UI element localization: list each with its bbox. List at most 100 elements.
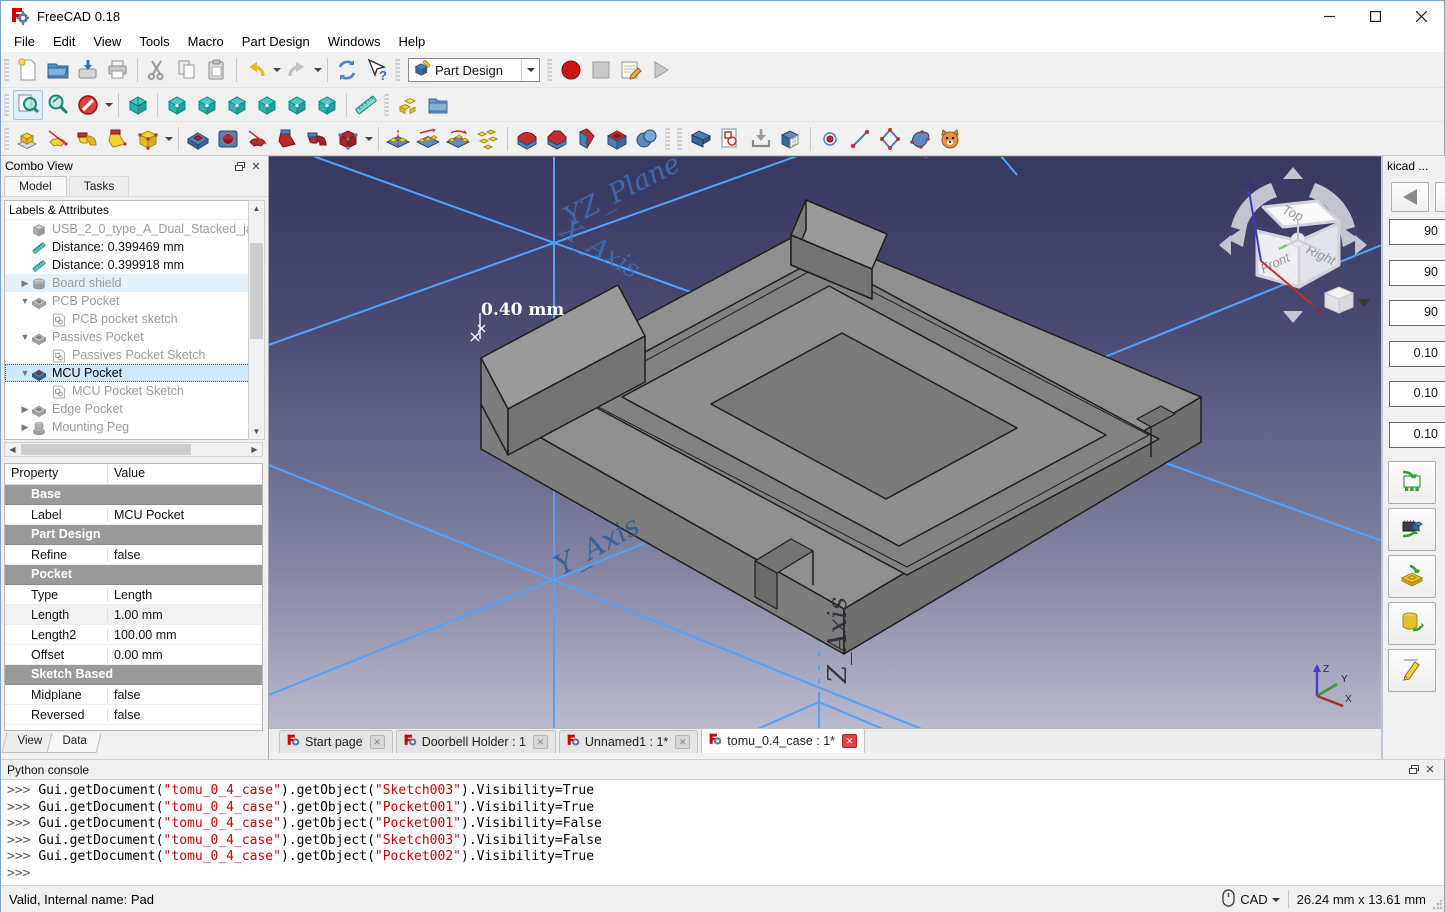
axonometric-view-button[interactable]: [123, 90, 153, 120]
fillet-button[interactable]: [512, 124, 542, 154]
workbench-selector[interactable]: > Part Design: [408, 58, 540, 82]
create-rhombus-button[interactable]: [875, 124, 905, 154]
tree-item-distance-0-399469-mm[interactable]: >Distance: 0.399469 mm: [5, 238, 262, 256]
draw-style-button[interactable]: [73, 90, 103, 120]
paste-button[interactable]: [202, 55, 232, 85]
tree-vertical-scrollbar[interactable]: ▲ ▼: [248, 200, 265, 440]
print-button[interactable]: [103, 55, 133, 85]
boolean-button[interactable]: [632, 124, 662, 154]
refresh-button[interactable]: [332, 55, 362, 85]
subtractive-primitive-button[interactable]: [333, 124, 363, 154]
tree-item-usb-2-0-type-a-dual-stacked-ja[interactable]: >USB_2_0_type_A_Dual_Stacked_jac: [5, 220, 262, 238]
tree-item-mounting-peg[interactable]: ▶>Mounting Peg: [5, 418, 262, 436]
close-tab-icon[interactable]: ✕: [533, 735, 548, 749]
edit-sketch-button[interactable]: [716, 124, 746, 154]
close-panel-icon[interactable]: ✕: [248, 159, 264, 173]
macro-edit-button[interactable]: [616, 55, 646, 85]
menu-macro[interactable]: Macro: [179, 32, 233, 51]
menu-part-design[interactable]: Part Design: [233, 32, 319, 51]
property-row-length[interactable]: Length1.00 mm: [5, 605, 262, 625]
mouse-model-selector[interactable]: CAD: [1235, 892, 1279, 907]
tree-item-mcu-pocket-sketch[interactable]: >MCU Pocket Sketch: [5, 382, 262, 400]
measure-button[interactable]: [351, 90, 381, 120]
kicad-prev-button[interactable]: [1391, 182, 1429, 212]
chevron-down-icon[interactable]: ▼: [19, 296, 31, 306]
revolution-button[interactable]: [43, 124, 73, 154]
redo-button[interactable]: [282, 55, 312, 85]
property-row-label[interactable]: LabelMCU Pocket: [5, 505, 262, 525]
subtractive-primitive-button-dropdown[interactable]: [363, 124, 374, 154]
toolbar-handle[interactable]: [4, 59, 9, 81]
tree-item-mcu-pocket[interactable]: ▼>MCU Pocket: [5, 364, 262, 382]
create-group-button[interactable]: [423, 90, 453, 120]
tree-item-pcb-pocket[interactable]: ▼>PCB Pocket: [5, 292, 262, 310]
menu-help[interactable]: Help: [389, 32, 434, 51]
create-part-button[interactable]: [393, 90, 423, 120]
document-tab-doorbell-holder-1[interactable]: Doorbell Holder : 1✕: [396, 730, 556, 753]
pad-button[interactable]: [13, 124, 43, 154]
redo-button-dropdown[interactable]: [312, 55, 323, 85]
addon-button[interactable]: [935, 124, 965, 154]
tree-item-board-shield[interactable]: ▶>Board shield: [5, 274, 262, 292]
subtractive-pipe-button[interactable]: [303, 124, 333, 154]
right-view-button[interactable]: [222, 90, 252, 120]
groove-button[interactable]: [243, 124, 273, 154]
pocket-button[interactable]: [183, 124, 213, 154]
tree-item-passives-pocket-sketch[interactable]: >Passives Pocket Sketch: [5, 346, 262, 364]
macro-play-button[interactable]: [646, 55, 676, 85]
tree-item-passives-pocket[interactable]: ▼>Passives Pocket: [5, 328, 262, 346]
multitransform-button[interactable]: [473, 124, 503, 154]
scroll-down-icon[interactable]: ▼: [249, 424, 264, 439]
save-button[interactable]: [73, 55, 103, 85]
chevron-down-icon[interactable]: ▼: [19, 332, 31, 342]
property-value[interactable]: false: [108, 548, 140, 562]
toolbar-handle[interactable]: [384, 94, 389, 116]
property-value[interactable]: 100.00 mm: [108, 628, 177, 642]
menu-windows[interactable]: Windows: [319, 32, 390, 51]
cut-button[interactable]: [142, 55, 172, 85]
document-tab-tomu-0-4-case-1-[interactable]: tomu_0.4_case : 1*✕: [701, 728, 865, 753]
toolbar-handle[interactable]: [547, 59, 552, 81]
toolbar-handle[interactable]: [665, 128, 670, 150]
rear-view-button[interactable]: [252, 90, 282, 120]
close-tab-icon[interactable]: ✕: [370, 735, 385, 749]
draft-button[interactable]: [572, 124, 602, 154]
whats-this-button[interactable]: ?: [362, 55, 392, 85]
chevron-right-icon[interactable]: ▶: [19, 404, 31, 415]
additive-pipe-button[interactable]: [73, 124, 103, 154]
document-tab-start-page[interactable]: Start page✕: [279, 730, 393, 753]
front-view-button[interactable]: [162, 90, 192, 120]
property-row-length2[interactable]: Length2100.00 mm: [5, 625, 262, 645]
kicad-next-button[interactable]: [1435, 182, 1445, 212]
menu-view[interactable]: View: [84, 32, 130, 51]
navigation-cube[interactable]: Top Front Right Z X: [1213, 165, 1373, 335]
tab-tasks[interactable]: Tasks: [69, 176, 130, 196]
minimize-button[interactable]: [1306, 1, 1352, 31]
kicad-export-db-button[interactable]: [1388, 602, 1436, 645]
scroll-left-icon[interactable]: ◀: [5, 443, 20, 456]
tree-item-distance-0-399918-mm[interactable]: >Distance: 0.399918 mm: [5, 256, 262, 274]
zoom-button[interactable]: [43, 90, 73, 120]
menu-edit[interactable]: Edit: [44, 32, 84, 51]
python-console-output[interactable]: >>> Gui.getDocument("tomu_0_4_case").get…: [1, 780, 1444, 885]
close-panel-icon[interactable]: ✕: [1422, 763, 1438, 777]
kicad-load-board-button[interactable]: [1388, 555, 1436, 598]
undo-button-dropdown[interactable]: [271, 55, 282, 85]
property-value[interactable]: false: [108, 688, 140, 702]
kicad-edit-button[interactable]: [1388, 649, 1436, 692]
additive-primitive-button[interactable]: [133, 124, 163, 154]
chevron-down-icon[interactable]: ▼: [19, 368, 31, 378]
property-row-refine[interactable]: Refinefalse: [5, 545, 262, 565]
additive-primitive-button-dropdown[interactable]: [163, 124, 174, 154]
kicad-field-2[interactable]: 90: [1389, 260, 1445, 286]
property-row-type[interactable]: TypeLength: [5, 585, 262, 605]
kicad-field-1[interactable]: 90: [1389, 219, 1445, 245]
mirrored-pattern-button[interactable]: [383, 124, 413, 154]
property-value[interactable]: Length: [108, 588, 152, 602]
maximize-button[interactable]: [1352, 1, 1398, 31]
linear-pattern-button[interactable]: [413, 124, 443, 154]
toolbar-handle[interactable]: [677, 128, 682, 150]
tree-horizontal-scrollbar[interactable]: ◀ ▶: [4, 442, 263, 457]
create-line-button[interactable]: [845, 124, 875, 154]
new-document-button[interactable]: [13, 55, 43, 85]
